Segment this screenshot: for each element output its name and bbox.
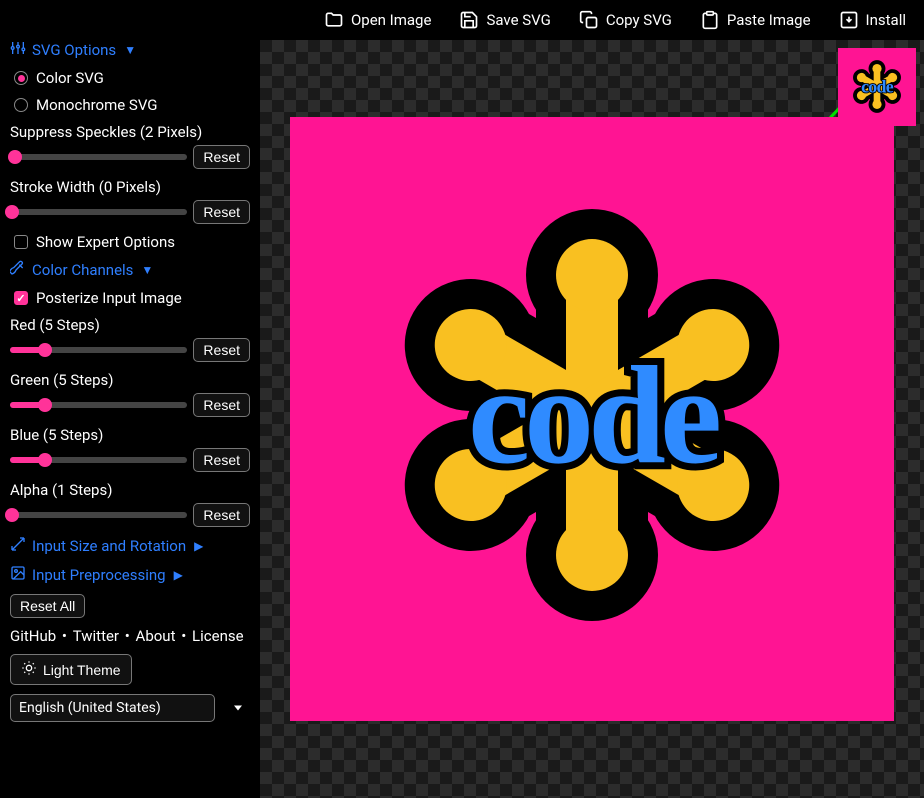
language-selected: English (United States)	[19, 700, 161, 716]
blue-label: Blue (5 Steps)	[10, 426, 250, 444]
alpha-label: Alpha (1 Steps)	[10, 481, 250, 499]
alpha-slider[interactable]	[10, 512, 187, 518]
stroke-width-slider[interactable]	[10, 209, 187, 215]
input-size-title: Input Size and Rotation	[32, 537, 186, 555]
paste-icon	[700, 10, 720, 30]
checkbox-icon[interactable]	[14, 291, 28, 305]
save-icon	[459, 10, 479, 30]
license-link[interactable]: License	[192, 627, 244, 645]
suppress-speckles-slider[interactable]	[10, 154, 187, 160]
green-slider[interactable]	[10, 402, 187, 408]
paste-image-button[interactable]: Paste Image	[700, 10, 811, 30]
radio-icon[interactable]	[14, 71, 28, 85]
monochrome-svg-label: Monochrome SVG	[36, 96, 158, 114]
red-slider[interactable]	[10, 347, 187, 353]
green-label: Green (5 Steps)	[10, 371, 250, 389]
sliders-icon	[10, 40, 26, 60]
green-reset-button[interactable]: Reset	[193, 393, 250, 417]
input-preproc-title: Input Preprocessing	[32, 566, 166, 584]
show-expert-label: Show Expert Options	[36, 233, 175, 251]
color-channels-title: Color Channels	[32, 261, 133, 279]
open-image-label: Open Image	[351, 11, 431, 29]
svg-options-title: SVG Options	[32, 41, 116, 59]
about-link[interactable]: About	[136, 627, 176, 645]
paste-image-label: Paste Image	[727, 11, 811, 29]
checkbox-icon[interactable]	[14, 235, 28, 249]
alpha-reset-button[interactable]: Reset	[193, 503, 250, 527]
posterize-label: Posterize Input Image	[36, 289, 182, 307]
chevron-down-icon: ▼	[124, 43, 136, 57]
color-svg-label: Color SVG	[36, 69, 104, 87]
install-button[interactable]: Install	[839, 10, 906, 30]
language-select[interactable]: English (United States)	[10, 694, 215, 722]
sidebar: SVG Options ▼ Color SVG Monochrome SVG S…	[0, 40, 260, 798]
folder-icon	[324, 10, 344, 30]
chevron-down-icon: ▼	[141, 263, 153, 277]
input-preproc-header[interactable]: Input Preprocessing ▶	[10, 565, 250, 585]
artboard[interactable]: code	[290, 117, 894, 721]
suppress-reset-button[interactable]: Reset	[193, 145, 250, 169]
install-icon	[839, 10, 859, 30]
blue-slider[interactable]	[10, 457, 187, 463]
copy-svg-label: Copy SVG	[606, 11, 672, 29]
top-toolbar: Open Image Save SVG Copy SVG Paste Image…	[0, 0, 924, 40]
chevron-right-icon: ▶	[194, 539, 203, 553]
red-label: Red (5 Steps)	[10, 316, 250, 334]
input-size-header[interactable]: Input Size and Rotation ▶	[10, 536, 250, 556]
save-svg-label: Save SVG	[486, 11, 550, 29]
copy-svg-button[interactable]: Copy SVG	[579, 10, 672, 30]
show-expert-checkbox-row[interactable]: Show Expert Options	[10, 233, 250, 251]
color-channels-header[interactable]: Color Channels ▼	[10, 260, 250, 280]
artwork-thumbnail: code	[872, 58, 882, 116]
brush-icon	[10, 260, 26, 280]
brightness-icon	[21, 660, 37, 679]
twitter-link[interactable]: Twitter	[73, 627, 119, 645]
install-label: Install	[866, 11, 906, 29]
save-svg-button[interactable]: Save SVG	[459, 10, 550, 30]
monochrome-svg-radio-row[interactable]: Monochrome SVG	[10, 96, 250, 114]
artwork: code	[382, 194, 802, 644]
artwork-text: code	[468, 346, 716, 486]
canvas-area: code code	[260, 40, 924, 798]
posterize-checkbox-row[interactable]: Posterize Input Image	[10, 289, 250, 307]
radio-icon[interactable]	[14, 98, 28, 112]
svg-options-header[interactable]: SVG Options ▼	[10, 40, 250, 60]
reset-all-button[interactable]: Reset All	[10, 594, 85, 618]
light-theme-button[interactable]: Light Theme	[10, 654, 132, 685]
suppress-speckles-label: Suppress Speckles (2 Pixels)	[10, 123, 250, 141]
copy-icon	[579, 10, 599, 30]
github-link[interactable]: GitHub	[10, 627, 56, 645]
image-icon	[10, 565, 26, 585]
thumbnail-preview[interactable]: code	[838, 48, 916, 126]
color-svg-radio-row[interactable]: Color SVG	[10, 69, 250, 87]
stroke-reset-button[interactable]: Reset	[193, 200, 250, 224]
resize-icon	[10, 536, 26, 556]
footer-links: GitHub • Twitter • About • License	[10, 627, 250, 645]
light-theme-label: Light Theme	[43, 662, 121, 678]
red-reset-button[interactable]: Reset	[193, 338, 250, 362]
chevron-right-icon: ▶	[174, 568, 183, 582]
stroke-width-label: Stroke Width (0 Pixels)	[10, 178, 250, 196]
blue-reset-button[interactable]: Reset	[193, 448, 250, 472]
open-image-button[interactable]: Open Image	[324, 10, 431, 30]
